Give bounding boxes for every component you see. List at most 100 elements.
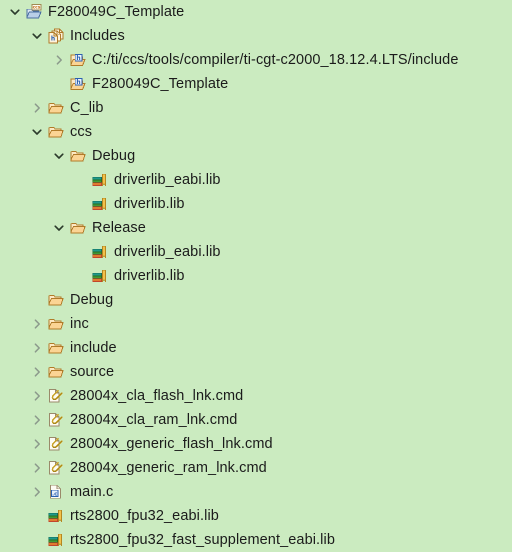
tree-item-label: main.c — [70, 484, 114, 500]
include-folder-h-icon: h — [68, 72, 88, 96]
tree-item-ccs-release-driverlib-eabi[interactable]: driverlib_eabi.lib — [0, 240, 512, 264]
tree-item-label: F280049C_Template — [48, 4, 185, 20]
tree-item-label: 28004x_cla_flash_lnk.cmd — [70, 388, 244, 404]
tree-item-label: rts2800_fpu32_eabi.lib — [70, 508, 219, 524]
library-icon — [90, 240, 110, 264]
cmd-file-icon — [46, 408, 66, 432]
tree-item-c-lib[interactable]: C_lib — [0, 96, 512, 120]
tree-item-label: Debug — [70, 292, 114, 308]
tree-item-inc[interactable]: inc — [0, 312, 512, 336]
tree-item-ccs-release[interactable]: Release — [0, 216, 512, 240]
project-explorer-tree[interactable]: ccs F280049C_Template h Includes h C:/ti/ccs/… — [0, 0, 512, 548]
tree-item-label: 28004x_generic_flash_lnk.cmd — [70, 436, 273, 452]
folder-icon — [68, 144, 88, 168]
tree-item-generic-flash-cmd[interactable]: 28004x_generic_flash_lnk.cmd — [0, 432, 512, 456]
chevron-right-icon[interactable] — [50, 48, 68, 72]
cmd-file-icon — [46, 384, 66, 408]
chevron-right-icon[interactable] — [28, 312, 46, 336]
chevron-right-icon[interactable] — [28, 360, 46, 384]
tree-item-label: 28004x_cla_ram_lnk.cmd — [70, 412, 238, 428]
tree-item-label: driverlib.lib — [114, 196, 185, 212]
chevron-down-icon[interactable] — [28, 24, 46, 48]
svg-text:ccs: ccs — [33, 6, 41, 11]
folder-icon — [46, 312, 66, 336]
tree-item-project-root[interactable]: ccs F280049C_Template — [0, 0, 512, 24]
svg-text:h: h — [76, 55, 80, 62]
tree-item-source[interactable]: source — [0, 360, 512, 384]
tree-item-ccs[interactable]: ccs — [0, 120, 512, 144]
tree-item-generic-ram-cmd[interactable]: 28004x_generic_ram_lnk.cmd — [0, 456, 512, 480]
c-file-icon: .c — [46, 480, 66, 504]
chevron-right-icon[interactable] — [28, 432, 46, 456]
tree-item-label: ccs — [70, 124, 93, 140]
tree-item-debug[interactable]: Debug — [0, 288, 512, 312]
tree-item-include-path-compiler[interactable]: h C:/ti/ccs/tools/compiler/ti-cgt-c2000_1… — [0, 48, 512, 72]
folder-icon — [46, 336, 66, 360]
tree-item-label: inc — [70, 316, 89, 332]
tree-item-include-path-template[interactable]: h F280049C_Template — [0, 72, 512, 96]
chevron-right-icon[interactable] — [28, 96, 46, 120]
library-icon — [90, 264, 110, 288]
tree-item-label: Debug — [92, 148, 136, 164]
tree-item-label: driverlib_eabi.lib — [114, 172, 221, 188]
tree-item-ccs-debug[interactable]: Debug — [0, 144, 512, 168]
tree-item-cla-ram-cmd[interactable]: 28004x_cla_ram_lnk.cmd — [0, 408, 512, 432]
tree-item-main-c[interactable]: .c main.c — [0, 480, 512, 504]
tree-item-label: rts2800_fpu32_fast_supplement_eabi.lib — [70, 532, 335, 548]
ccs-project-folder-icon: ccs — [24, 0, 44, 24]
cmd-file-icon — [46, 432, 66, 456]
chevron-down-icon[interactable] — [28, 120, 46, 144]
svg-text:.c: .c — [52, 492, 57, 498]
tree-item-cla-flash-cmd[interactable]: 28004x_cla_flash_lnk.cmd — [0, 384, 512, 408]
tree-item-rts2800-fpu32-fast-supplement-eabi[interactable]: rts2800_fpu32_fast_supplement_eabi.lib — [0, 528, 512, 552]
tree-item-ccs-debug-driverlib[interactable]: driverlib.lib — [0, 192, 512, 216]
folder-icon — [46, 288, 66, 312]
tree-item-label: include — [70, 340, 117, 356]
tree-item-ccs-release-driverlib[interactable]: driverlib.lib — [0, 264, 512, 288]
tree-item-label: C:/ti/ccs/tools/compiler/ti-cgt-c2000_18… — [92, 52, 459, 68]
folder-icon — [46, 96, 66, 120]
chevron-right-icon[interactable] — [28, 456, 46, 480]
tree-item-rts2800-fpu32-eabi[interactable]: rts2800_fpu32_eabi.lib — [0, 504, 512, 528]
chevron-right-icon[interactable] — [28, 408, 46, 432]
tree-item-label: Release — [92, 220, 146, 236]
chevron-down-icon[interactable] — [50, 144, 68, 168]
library-icon — [90, 168, 110, 192]
library-icon — [46, 528, 66, 552]
chevron-right-icon[interactable] — [28, 480, 46, 504]
chevron-right-icon[interactable] — [28, 384, 46, 408]
chevron-down-icon[interactable] — [6, 0, 24, 24]
chevron-right-icon[interactable] — [28, 336, 46, 360]
include-folder-h-icon: h — [68, 48, 88, 72]
tree-item-label: driverlib_eabi.lib — [114, 244, 221, 260]
tree-item-ccs-debug-driverlib-eabi[interactable]: driverlib_eabi.lib — [0, 168, 512, 192]
folder-icon — [46, 360, 66, 384]
library-icon — [46, 504, 66, 528]
tree-item-include[interactable]: include — [0, 336, 512, 360]
tree-item-includes[interactable]: h Includes — [0, 24, 512, 48]
chevron-down-icon[interactable] — [50, 216, 68, 240]
library-icon — [90, 192, 110, 216]
svg-text:h: h — [51, 36, 55, 43]
